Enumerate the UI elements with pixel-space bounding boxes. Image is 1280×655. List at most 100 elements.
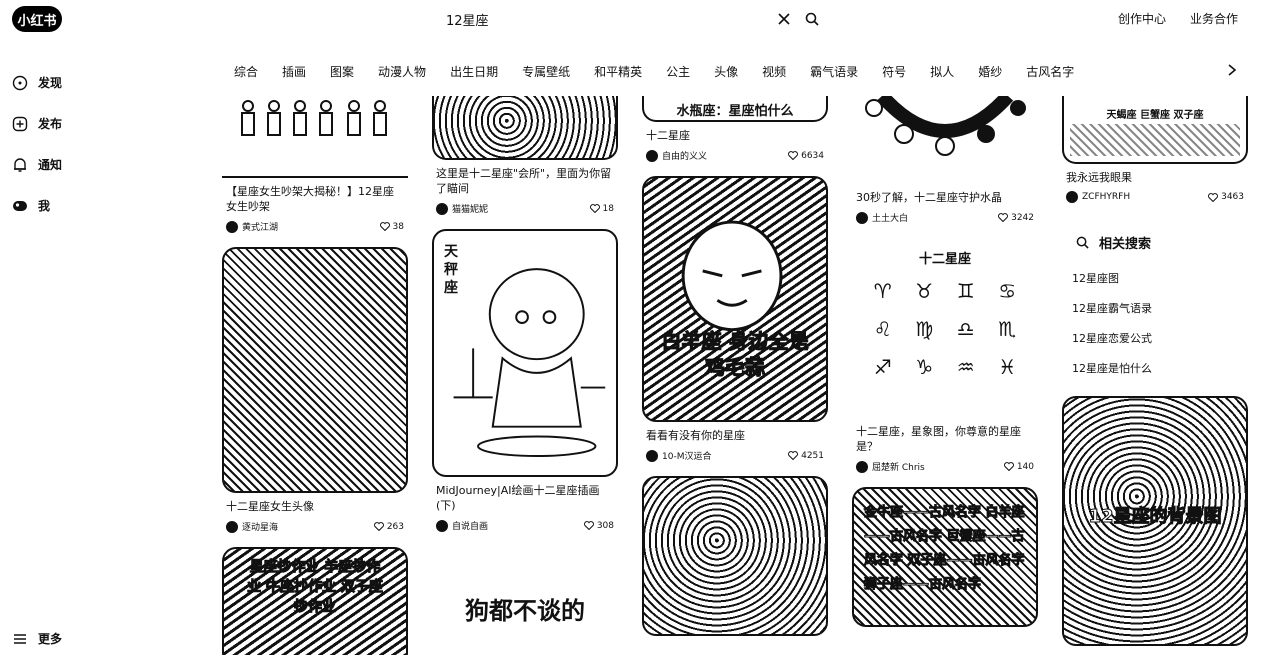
card-author[interactable]: 猫猫妮妮 <box>452 202 488 215</box>
tab-video[interactable]: 视频 <box>750 63 798 80</box>
card-author[interactable]: 自由的义义 <box>662 149 707 162</box>
like-button[interactable]: 3463 <box>1208 192 1244 202</box>
feed-card[interactable]: 天蝎座 巨蟹座 双子座 我永远我眼果 ZCFHYRFH 3463 <box>1062 96 1248 203</box>
heart-icon <box>379 222 390 231</box>
card-image[interactable]: 天蝎座 巨蟹座 双子座 <box>1062 96 1248 164</box>
feed-card[interactable]: 金牛座——古风名字 白羊座——古风名字 巨蟹座——古风名字 双子座——古风名字 … <box>852 487 1038 627</box>
feed-card[interactable]: 星座抄作业 羊座抄作业 牛座抄作业 双子座抄作业 <box>222 547 408 655</box>
card-image[interactable]: 水瓶座：星座怕什么 <box>642 96 828 122</box>
creator-center-link[interactable]: 创作中心 <box>1118 10 1166 27</box>
card-caption[interactable]: 十二星座，星象图，你尊意的星座是？ <box>852 418 1038 454</box>
card-author[interactable]: 自说自画 <box>452 519 488 532</box>
sidebar-more[interactable]: 更多 <box>12 630 62 647</box>
tab-peace-elite[interactable]: 和平精英 <box>582 63 654 80</box>
card-author[interactable]: 屈楚新 Chris <box>872 460 925 473</box>
card-image[interactable] <box>852 91 1038 184</box>
feed-card[interactable]: 狗都不谈的 <box>432 546 618 626</box>
like-button[interactable]: 308 <box>583 521 614 531</box>
card-author[interactable]: 土土大白 <box>872 211 908 224</box>
chevron-right-icon[interactable] <box>1222 60 1242 80</box>
card-author[interactable]: 10-M汉运合 <box>662 449 711 462</box>
related-item[interactable]: 12星座霸气语录 <box>1062 300 1248 330</box>
search-bar[interactable]: 12星座 <box>430 6 822 32</box>
tab-pattern[interactable]: 图案 <box>318 63 366 80</box>
card-caption[interactable]: MidJourney|AI绘画十二星座插画(下) <box>432 477 618 513</box>
feed-card[interactable]: 十二星座 ♈ ♉ ♊ ♋ ♌ ♍ ♎ ♏ ♐ ♑ ♒ ♓ 十二星座，星象图，你尊意的星座是？ 屈楚新 … <box>852 238 1038 473</box>
card-caption[interactable]: 十二星座女生头像 <box>222 493 408 514</box>
tab-quotes[interactable]: 霸气语录 <box>798 63 870 80</box>
card-caption[interactable]: 【星座女生吵架大揭秘！】12星座女生吵架 <box>222 178 408 214</box>
tab-comprehensive[interactable]: 综合 <box>222 63 270 80</box>
search-input[interactable]: 12星座 <box>430 10 766 29</box>
card-image[interactable]: 金牛座——古风名字 白羊座——古风名字 巨蟹座——古风名字 双子座——古风名字 … <box>852 487 1038 627</box>
logo[interactable]: 小红书 <box>12 6 62 32</box>
card-image[interactable]: 星座抄作业 羊座抄作业 牛座抄作业 双子座抄作业 <box>222 547 408 655</box>
card-image[interactable]: 白羊座 身边全是鸡毛蒜 <box>642 176 828 422</box>
feed-column-2: 这里是十二星座"会所"，里面为你留了瞄间 猫猫妮妮 18 天秤座 MidJour… <box>432 96 618 640</box>
feed-card[interactable]: 白羊座 身边全是鸡毛蒜 看看有没有你的星座 10-M汉运合 4251 <box>642 176 828 462</box>
tab-birthdate[interactable]: 出生日期 <box>438 63 510 80</box>
avatar[interactable] <box>856 460 868 473</box>
like-button[interactable]: 4251 <box>788 451 824 461</box>
zodiac-symbol-icon: ♑ <box>915 355 934 379</box>
card-image[interactable]: 天秤座 <box>432 229 618 477</box>
sidebar-item-me[interactable]: 我 <box>12 185 192 226</box>
avatar[interactable] <box>436 519 448 532</box>
like-button[interactable]: 263 <box>373 522 404 532</box>
business-link[interactable]: 业务合作 <box>1190 10 1238 27</box>
card-caption[interactable]: 我永远我眼果 <box>1062 164 1248 185</box>
avatar[interactable] <box>226 520 238 533</box>
feed-card[interactable]: 12星座的背景图 <box>1062 396 1248 646</box>
feed-card[interactable] <box>642 476 828 636</box>
like-button[interactable]: 18 <box>589 204 614 214</box>
related-item[interactable]: 12星座图 <box>1062 270 1248 300</box>
avatar[interactable] <box>646 449 658 462</box>
sidebar-item-discover[interactable]: 发现 <box>12 62 192 103</box>
tab-symbols[interactable]: 符号 <box>870 63 918 80</box>
card-caption[interactable]: 十二星座 <box>642 122 828 143</box>
tab-anime[interactable]: 动漫人物 <box>366 63 438 80</box>
sidebar-item-notifications[interactable]: 通知 <box>12 144 192 185</box>
search-icon[interactable] <box>802 9 822 29</box>
tab-wallpaper[interactable]: 专属壁纸 <box>510 63 582 80</box>
avatar[interactable] <box>226 220 238 233</box>
feed-card[interactable]: 这里是十二星座"会所"，里面为你留了瞄间 猫猫妮妮 18 <box>432 96 618 215</box>
like-button[interactable]: 38 <box>379 222 404 232</box>
card-author[interactable]: ZCFHYRFH <box>1082 192 1130 202</box>
card-author[interactable]: 逐动星海 <box>242 520 278 533</box>
feed-column-3: 水瓶座：星座怕什么 十二星座 自由的义义 6634 白羊座 身边全是鸡毛蒜 看看… <box>642 96 828 650</box>
card-caption[interactable]: 看看有没有你的星座 <box>642 422 828 443</box>
tab-ancient-names[interactable]: 古风名字 <box>1014 63 1086 80</box>
card-image[interactable] <box>432 96 618 160</box>
zodiac-symbol-icon: ♎ <box>956 317 975 341</box>
card-author[interactable]: 黄式江湖 <box>242 220 278 233</box>
card-caption[interactable]: 这里是十二星座"会所"，里面为你留了瞄间 <box>432 160 618 196</box>
card-image[interactable] <box>222 96 408 178</box>
tab-anthropomorphic[interactable]: 拟人 <box>918 63 966 80</box>
clear-icon[interactable] <box>774 9 794 29</box>
feed-card[interactable]: 十二星座女生头像 逐动星海 263 <box>222 247 408 533</box>
sidebar-item-publish[interactable]: 发布 <box>12 103 192 144</box>
feed-card[interactable]: 水瓶座：星座怕什么 十二星座 自由的义义 6634 <box>642 96 828 162</box>
like-button[interactable]: 140 <box>1003 462 1034 472</box>
avatar[interactable] <box>856 211 868 224</box>
feed-card[interactable]: 【星座女生吵架大揭秘！】12星座女生吵架 黄式江湖 38 <box>222 96 408 233</box>
related-item[interactable]: 12星座是怕什么 <box>1062 360 1248 390</box>
card-image[interactable] <box>222 247 408 493</box>
avatar[interactable] <box>646 149 658 162</box>
related-item[interactable]: 12星座恋爱公式 <box>1062 330 1248 360</box>
tab-avatar[interactable]: 头像 <box>702 63 750 80</box>
tab-princess[interactable]: 公主 <box>654 63 702 80</box>
like-button[interactable]: 3242 <box>998 213 1034 223</box>
feed-card[interactable]: 天秤座 MidJourney|AI绘画十二星座插画(下) 自说自画 308 <box>432 229 618 532</box>
like-button[interactable]: 6634 <box>788 151 824 161</box>
feed-card[interactable]: 30秒了解，十二星座守护水晶 土土大白 3242 <box>852 91 1038 224</box>
avatar[interactable] <box>436 202 448 215</box>
tab-wedding[interactable]: 婚纱 <box>966 63 1014 80</box>
card-image[interactable]: 十二星座 ♈ ♉ ♊ ♋ ♌ ♍ ♎ ♏ ♐ ♑ ♒ ♓ <box>852 238 1038 418</box>
card-image[interactable]: 12星座的背景图 <box>1062 396 1248 646</box>
card-image[interactable] <box>642 476 828 636</box>
tab-illustration[interactable]: 插画 <box>270 63 318 80</box>
card-caption[interactable]: 30秒了解，十二星座守护水晶 <box>852 184 1038 205</box>
avatar[interactable] <box>1066 191 1078 203</box>
